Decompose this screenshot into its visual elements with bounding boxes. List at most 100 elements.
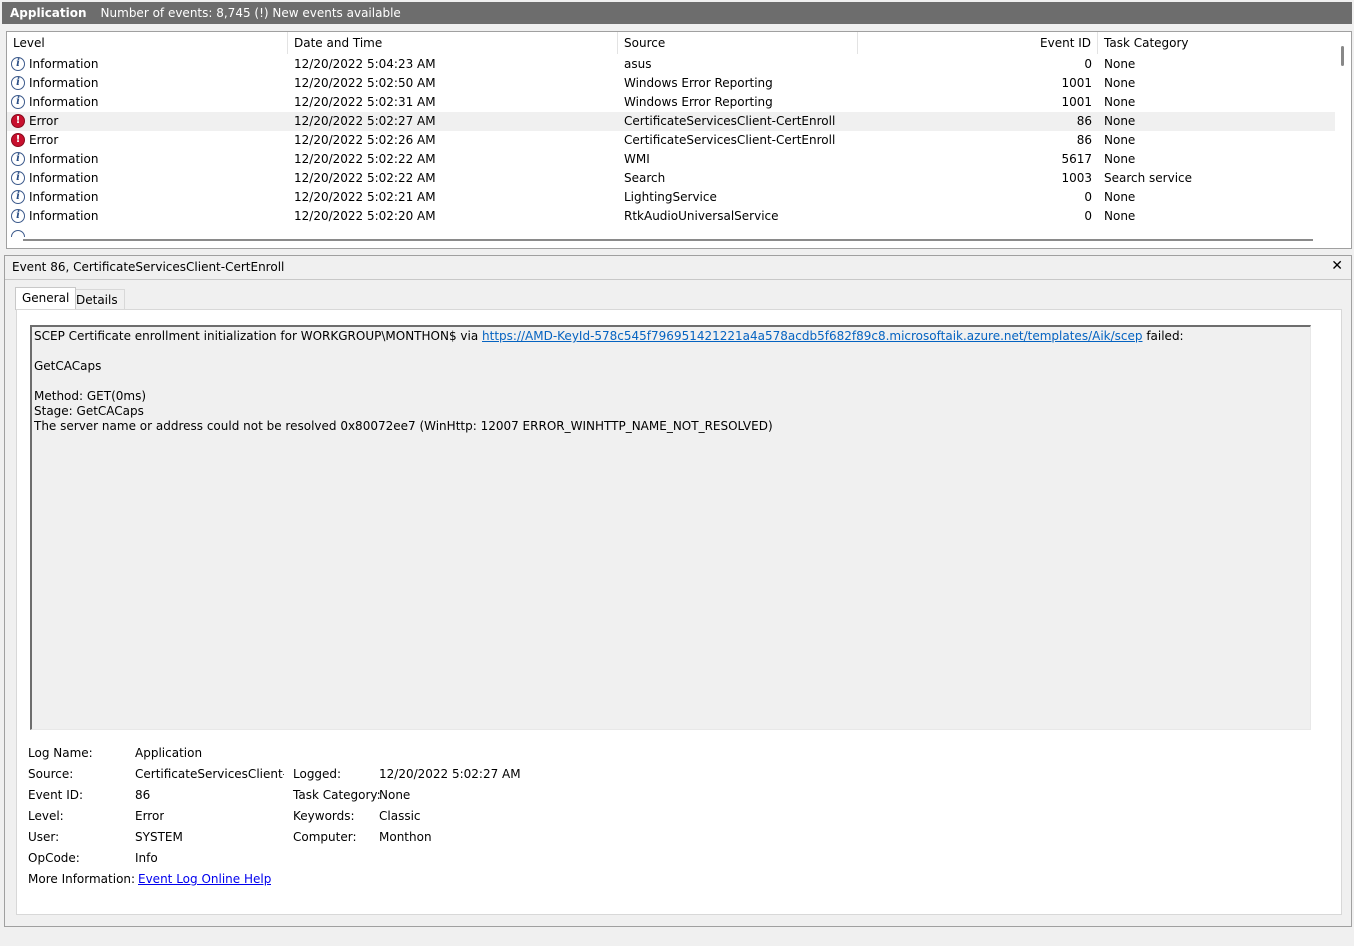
events-rows: i Information 12/20/2022 5:04:23 AM asus 0 No… [7, 55, 1335, 226]
source-cell: Windows Error Reporting [624, 76, 773, 90]
message-line-1: SCEP Certificate enrollment initializati… [34, 329, 1184, 344]
date-time-cell: 12/20/2022 5:02:27 AM [294, 114, 436, 128]
task-category-cell: Search service [1104, 171, 1193, 185]
level-text: Information [29, 209, 99, 223]
source-cell: CertificateServicesClient-CertEnroll [624, 114, 836, 128]
event-id-cell: 0 [1084, 57, 1092, 71]
scep-url-link[interactable]: https://AMD-KeyId-578c545f796951421221a4… [482, 329, 1142, 343]
column-header-task-category[interactable]: Task Category [1098, 32, 1337, 54]
date-time-cell: 12/20/2022 5:02:50 AM [294, 76, 436, 90]
level-text: Information [29, 190, 99, 204]
event-id-cell: 5617 [1061, 152, 1092, 166]
table-row[interactable]: i Information 12/20/2022 5:02:22 AM Search 1… [7, 169, 1335, 188]
date-time-cell: 12/20/2022 5:02:21 AM [294, 190, 436, 204]
table-row[interactable]: i Information 12/20/2022 5:02:31 AM Windows… [7, 93, 1335, 112]
task-category-cell: None [1104, 209, 1136, 223]
info-icon: i [11, 95, 25, 109]
source-cell: WMI [624, 152, 650, 166]
opcode-value: Info [135, 851, 158, 865]
info-icon: i [11, 209, 25, 223]
column-header-source[interactable]: Source [618, 32, 858, 54]
level-cell: i Information [7, 207, 288, 226]
level-label: Level: [28, 809, 64, 823]
date-time-cell: 12/20/2022 5:02:22 AM [294, 171, 436, 185]
message-text: SCEP Certificate enrollment initializati… [34, 329, 483, 343]
level-cell: i Information [7, 150, 288, 169]
opcode-label: OpCode: [28, 851, 80, 865]
event-id-cell: 86 [1076, 114, 1092, 128]
event-log-online-help-link[interactable]: Event Log Online Help [138, 872, 271, 886]
info-icon: i [11, 57, 25, 71]
date-time-cell: 12/20/2022 5:02:22 AM [294, 152, 436, 166]
table-row[interactable]: ! Error 12/20/2022 5:02:27 AM CertificateSe… [7, 112, 1335, 131]
level-text: Information [29, 152, 99, 166]
level-cell: ! Error [7, 112, 288, 131]
event-id-cell: 1001 [1061, 76, 1092, 90]
column-header-level[interactable]: Level [7, 32, 288, 54]
event-id-label: Event ID: [28, 788, 84, 802]
horizontal-scrollbar[interactable] [23, 239, 1313, 241]
table-row[interactable]: i Information 12/20/2022 5:02:50 AM Windows… [7, 74, 1335, 93]
message-line-4: Stage: GetCACaps [34, 404, 144, 418]
task-category-value: None [379, 788, 411, 802]
source-cell: LightingService [624, 190, 717, 204]
table-row[interactable]: i Information 12/20/2022 5:02:21 AM Lightin… [7, 188, 1335, 207]
task-category-cell: None [1104, 190, 1136, 204]
keywords-value: Classic [379, 809, 421, 823]
event-count-status[interactable]: Number of events: 8,745 (!) New events a… [101, 6, 401, 20]
date-time-cell: 12/20/2022 5:04:23 AM [294, 57, 436, 71]
general-tab-body: SCEP Certificate enrollment initializati… [16, 309, 1342, 915]
event-id-cell: 0 [1084, 209, 1092, 223]
log-name-value: Application [135, 746, 203, 760]
source-value: CertificateServicesClient-CertEnroll [135, 767, 284, 781]
level-cell: i Information [7, 74, 288, 93]
table-row[interactable]: i Information 12/20/2022 5:02:22 AM WMI 5617… [7, 150, 1335, 169]
column-header-date-time[interactable]: Date and Time [288, 32, 618, 54]
logged-label: Logged: [293, 767, 342, 781]
close-icon[interactable]: ✕ [1331, 258, 1343, 274]
event-id-cell: 0 [1084, 190, 1092, 204]
task-category-cell: None [1104, 152, 1136, 166]
level-cell: ! Error [7, 131, 288, 150]
level-text: Information [29, 57, 99, 71]
computer-label: Computer: [293, 830, 357, 844]
table-row[interactable]: i Information 12/20/2022 5:04:23 AM asus 0 No… [7, 55, 1335, 74]
more-information-label: More Information: [28, 872, 136, 886]
date-time-cell: 12/20/2022 5:02:26 AM [294, 133, 436, 147]
tab-general[interactable]: General [15, 287, 77, 310]
table-row[interactable]: i Information 12/20/2022 5:02:20 AM RtkAudi… [7, 207, 1335, 226]
source-cell: Windows Error Reporting [624, 95, 773, 109]
logged-value: 12/20/2022 5:02:27 AM [379, 767, 521, 781]
event-id-cell: 86 [1076, 133, 1092, 147]
event-id-cell: 1001 [1061, 95, 1092, 109]
column-header-event-id[interactable]: Event ID [858, 32, 1098, 54]
vertical-scrollbar-thumb[interactable] [1341, 46, 1344, 66]
table-row[interactable]: ! Error 12/20/2022 5:02:26 AM CertificateSe… [7, 131, 1335, 150]
info-icon: i [11, 190, 25, 204]
level-value: Error [135, 809, 165, 823]
date-time-cell: 12/20/2022 5:02:31 AM [294, 95, 436, 109]
status-strip [0, 928, 1354, 946]
message-line-2: GetCACaps [34, 359, 102, 373]
level-cell: i Information [7, 169, 288, 188]
message-line-3: Method: GET(0ms) [34, 389, 147, 403]
log-title-bar: Application Number of events: 8,745 (!) … [2, 2, 1352, 24]
vertical-scrollbar[interactable] [1335, 32, 1351, 248]
log-name-label: Log Name: [28, 746, 93, 760]
source-label: Source: [28, 767, 74, 781]
events-list-header: Level Date and Time Source Event ID Task… [7, 32, 1337, 54]
task-category-cell: None [1104, 133, 1136, 147]
level-text: Information [29, 171, 99, 185]
event-id-value: 86 [135, 788, 151, 802]
event-message-box[interactable]: SCEP Certificate enrollment initializati… [30, 325, 1311, 730]
source-cell: Search [624, 171, 666, 185]
error-icon: ! [11, 133, 25, 147]
task-category-cell: None [1104, 57, 1136, 71]
keywords-label: Keywords: [293, 809, 355, 823]
info-icon: i [11, 76, 25, 90]
events-list[interactable]: Level Date and Time Source Event ID Task… [6, 31, 1352, 249]
level-text: Error [29, 133, 59, 147]
tab-details[interactable]: Details [69, 289, 125, 309]
info-icon: i [11, 171, 25, 185]
error-icon: ! [11, 114, 25, 128]
